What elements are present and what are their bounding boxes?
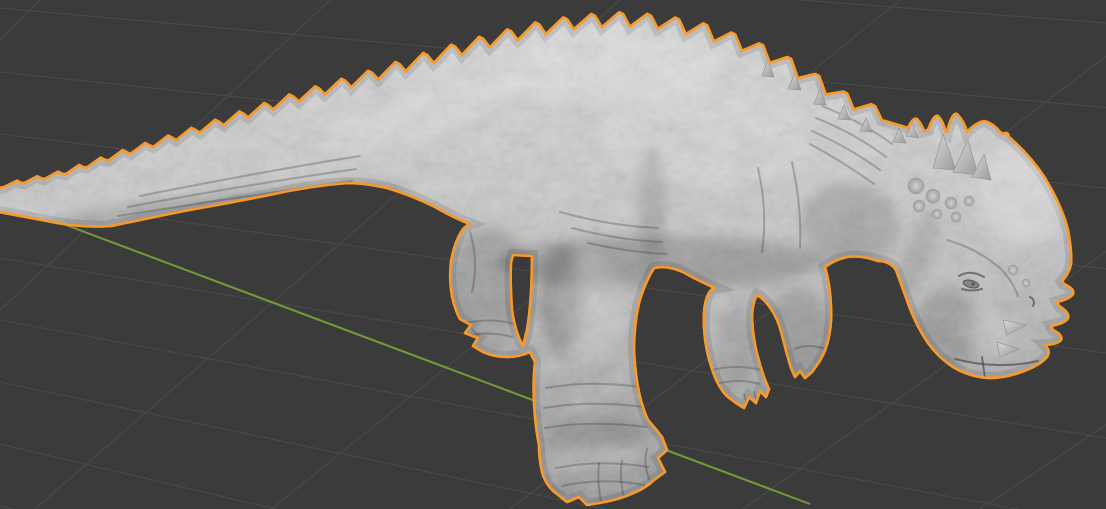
scene-canvas xyxy=(0,0,1106,509)
dinosaur-model[interactable] xyxy=(0,0,1106,509)
grid-line xyxy=(0,0,351,509)
3d-viewport[interactable] xyxy=(0,0,1106,509)
grid-line xyxy=(0,0,60,509)
model-pupil xyxy=(971,282,974,285)
model-shading xyxy=(0,0,1106,509)
grid-line xyxy=(0,0,205,509)
